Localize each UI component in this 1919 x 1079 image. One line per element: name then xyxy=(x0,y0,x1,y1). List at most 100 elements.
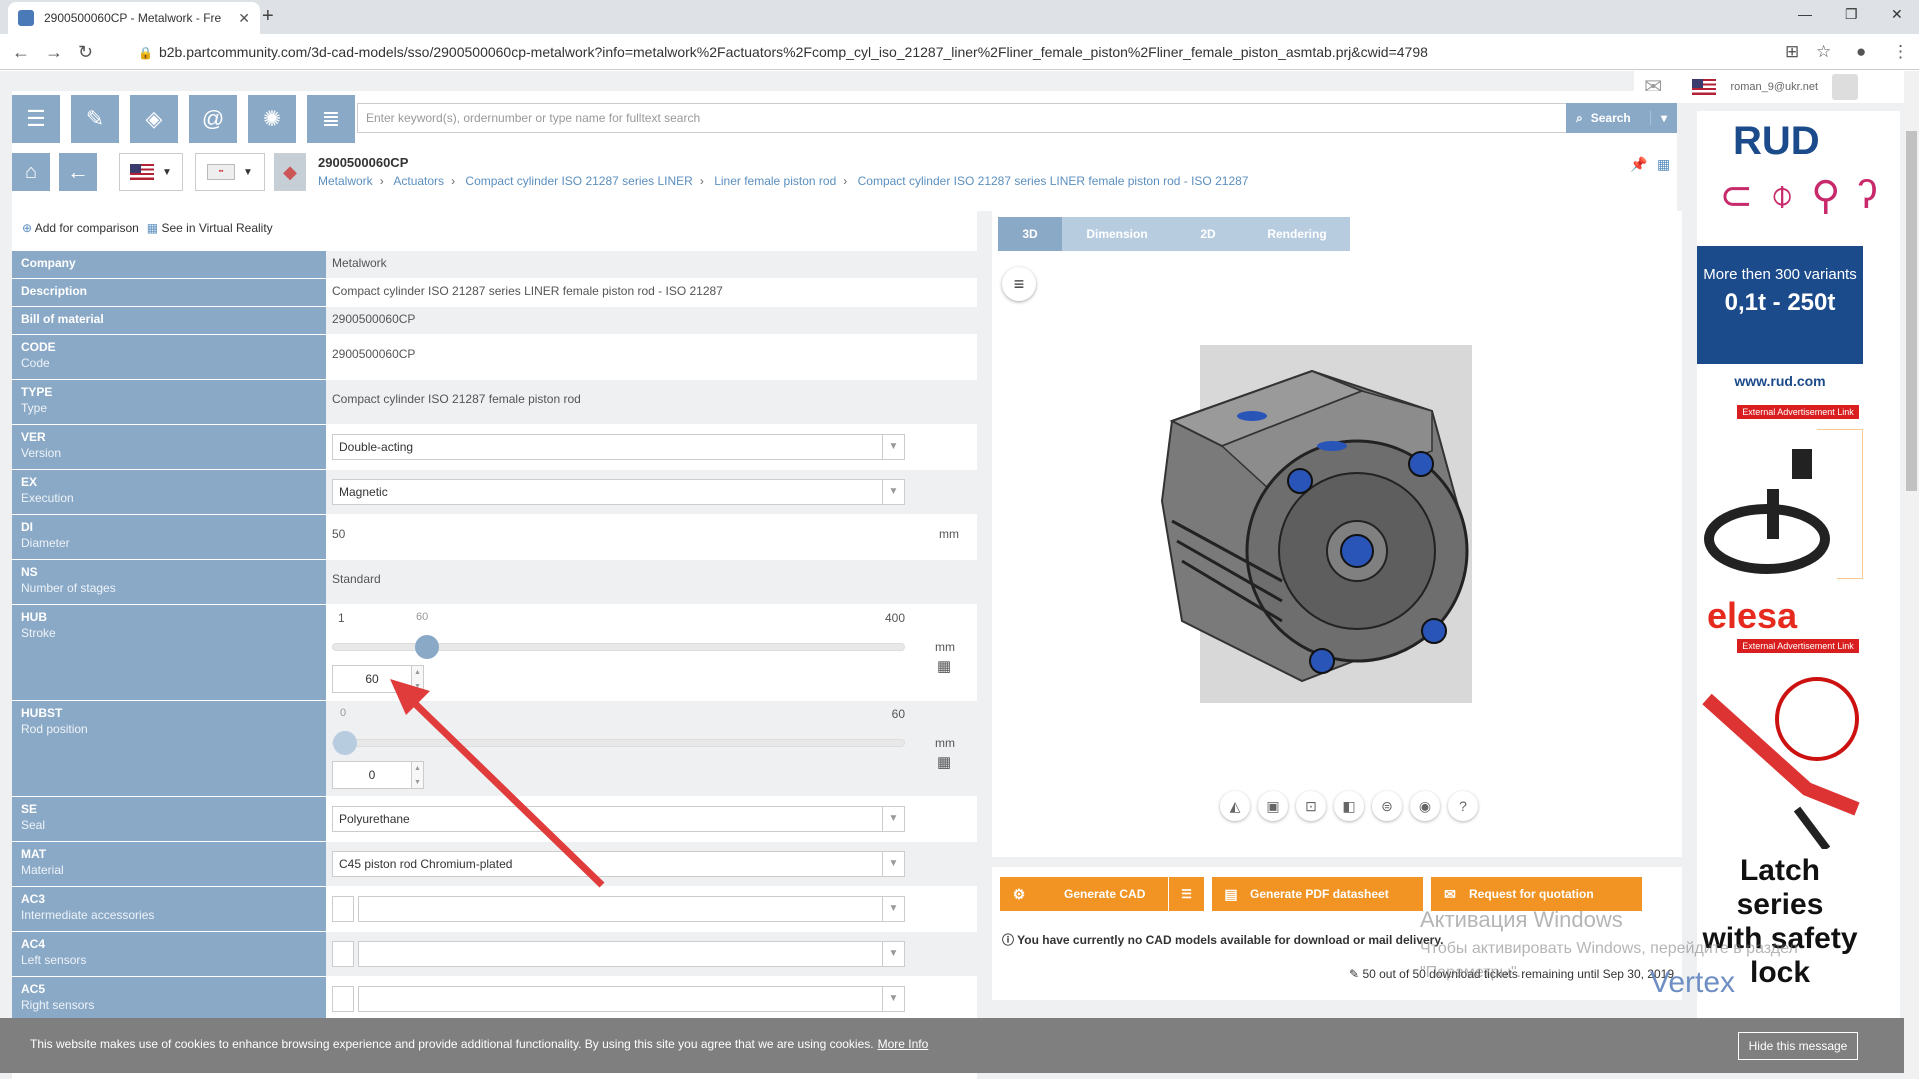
cylinder-3d-model[interactable] xyxy=(1132,351,1512,701)
calculator-icon[interactable]: ▦ xyxy=(937,753,951,771)
ac3-checkbox[interactable] xyxy=(332,896,354,922)
search-button[interactable]: ⌕ Search ▾ xyxy=(1566,103,1677,133)
restore-icon[interactable]: ❐ xyxy=(1845,6,1858,23)
translate-icon[interactable]: ⊞ xyxy=(1785,42,1799,62)
chevron-down-icon[interactable]: ▾ xyxy=(1649,111,1677,125)
minimize-icon[interactable]: — xyxy=(1798,6,1812,22)
attr-sub: Intermediate accessories xyxy=(21,908,155,922)
tab-3d[interactable]: 3D xyxy=(998,217,1062,251)
profile-icon[interactable]: ● xyxy=(1856,42,1866,62)
rud-url[interactable]: www.rud.com xyxy=(1697,373,1863,389)
tab-2d[interactable]: 2D xyxy=(1172,217,1244,251)
vertex-logo: Vertex xyxy=(1650,966,1736,999)
rud-ad-banner[interactable]: More then 300 variants 0,1t - 250t xyxy=(1697,246,1863,364)
address-bar[interactable]: 🔒 b2b.partcommunity.com/3d-cad-models/sso… xyxy=(138,44,1428,60)
window-close-icon[interactable]: ✕ xyxy=(1891,6,1903,23)
view-section-icon[interactable]: ⊜ xyxy=(1372,791,1402,821)
us-flag-icon xyxy=(130,164,155,180)
ac4-checkbox[interactable] xyxy=(332,941,354,967)
version-select[interactable]: Double-acting ▼ xyxy=(332,434,905,460)
generate-pdf-button[interactable]: ▤ Generate PDF datasheet xyxy=(1212,877,1423,911)
new-tab-icon[interactable]: + xyxy=(262,5,274,28)
reload-icon[interactable]: ↻ xyxy=(78,42,93,63)
attr-unit xyxy=(911,977,977,1021)
ac4-select[interactable]: ▼ xyxy=(358,941,905,967)
back-button[interactable]: ← xyxy=(59,153,97,191)
attr-sub: Number of stages xyxy=(21,581,116,595)
close-tab-icon[interactable]: ✕ xyxy=(238,10,250,27)
slider-handle[interactable] xyxy=(333,731,357,755)
tab-rendering[interactable]: Rendering xyxy=(1244,217,1350,251)
language-select[interactable]: ▼ xyxy=(119,153,183,191)
attr-unit xyxy=(911,335,977,379)
home-icon: ⌂ xyxy=(24,160,38,183)
elesa-logo[interactable]: elesa xyxy=(1707,595,1797,637)
us-flag-icon[interactable] xyxy=(1692,79,1717,95)
cookie-banner: This website makes use of cookies to enh… xyxy=(0,1018,1904,1073)
request-quotation-button[interactable]: ✉ Request for quotation xyxy=(1431,877,1642,911)
list-icon[interactable]: ≣ xyxy=(307,95,355,143)
pin-icon[interactable]: 📌 xyxy=(1630,156,1647,173)
tab-dimension[interactable]: Dimension xyxy=(1062,217,1172,251)
latch-image[interactable] xyxy=(1697,659,1863,849)
browser-tab[interactable]: 2900500060CP - Metalwork - Fre ✕ xyxy=(8,2,260,34)
gear-icon: ⚙ xyxy=(1012,885,1026,902)
generate-cad-button[interactable]: ⚙ Generate CAD ☰ xyxy=(1000,877,1204,911)
chevron-down-icon: ▼ xyxy=(162,166,172,178)
slider-handle[interactable] xyxy=(415,635,440,659)
cookie-more-link[interactable]: More Info xyxy=(878,1037,929,1051)
chevron-down-icon: ▼ xyxy=(882,852,904,876)
scroll-thumb[interactable] xyxy=(1906,131,1917,491)
breadcrumb-item[interactable]: Liner female piston rod xyxy=(714,174,836,188)
checklist-icon[interactable]: ✎ xyxy=(71,95,119,143)
bookmark-star-icon[interactable]: ☆ xyxy=(1816,42,1831,62)
attr-row-code: CODE Code 2900500060CP xyxy=(12,335,977,380)
view-cylinder-icon[interactable]: ◉ xyxy=(1410,791,1440,821)
breadcrumb-item[interactable]: Actuators xyxy=(393,174,444,188)
attr-label: CODE Code xyxy=(12,335,326,379)
idea-icon[interactable]: ✺ xyxy=(248,95,296,143)
calculator-icon[interactable]: ▦ xyxy=(937,657,951,675)
catalog-icon[interactable]: ☰ xyxy=(12,95,60,143)
tag-icon[interactable]: ◈ xyxy=(130,95,178,143)
menu-kebab-icon[interactable]: ⋮ xyxy=(1892,42,1909,62)
attr-label: Description xyxy=(12,279,326,306)
cad-options-icon[interactable]: ☰ xyxy=(1168,877,1204,911)
email-at-icon[interactable]: @ xyxy=(189,95,237,143)
list-menu-icon[interactable]: ≡ xyxy=(1002,267,1036,301)
page-scrollbar[interactable] xyxy=(1904,71,1919,1079)
view-cube-icon[interactable]: ◧ xyxy=(1334,791,1364,821)
ac5-checkbox[interactable] xyxy=(332,986,354,1012)
user-email[interactable]: roman_9@ukr.net xyxy=(1730,81,1818,93)
attr-label: Bill of material xyxy=(12,307,326,334)
grid-icon[interactable]: ▦ xyxy=(1657,156,1670,173)
request-quotation-label: Request for quotation xyxy=(1469,887,1594,901)
view-shaded-icon[interactable]: ▣ xyxy=(1258,791,1288,821)
breadcrumb-item[interactable]: Compact cylinder ISO 21287 series LINER … xyxy=(858,174,1249,188)
standard-select[interactable]: ▪▪ ▼ xyxy=(195,153,265,191)
add-comparison-link[interactable]: ⊕ Add for comparison xyxy=(22,221,139,235)
lifting-hooks-image[interactable]: ⊂ ⌽ ⚲ ʔ xyxy=(1711,173,1886,233)
breadcrumb-item[interactable]: Metalwork xyxy=(318,174,373,188)
avatar[interactable] xyxy=(1832,74,1859,100)
hide-cookie-button[interactable]: Hide this message xyxy=(1738,1032,1858,1060)
stroke-slider[interactable] xyxy=(332,635,905,659)
ac5-select[interactable]: ▼ xyxy=(358,986,905,1012)
slider-max: 60 xyxy=(891,707,905,721)
back-icon[interactable]: ← xyxy=(12,42,30,63)
forward-icon[interactable]: → xyxy=(45,42,63,63)
vr-link[interactable]: ▦ See in Virtual Reality xyxy=(147,221,273,235)
home-button[interactable]: ⌂ xyxy=(12,153,50,191)
view-perspective-icon[interactable]: ◭ xyxy=(1220,791,1250,821)
rud-logo[interactable]: RUD xyxy=(1733,119,1820,164)
attr-unit: mm xyxy=(939,527,959,541)
attr-label: EX Execution xyxy=(12,470,326,514)
handwheel-image[interactable] xyxy=(1697,429,1863,579)
execution-select[interactable]: Magnetic ▼ xyxy=(332,479,905,505)
breadcrumb-item[interactable]: Compact cylinder ISO 21287 series LINER xyxy=(465,174,692,188)
view-explode-icon[interactable]: ⊡ xyxy=(1296,791,1326,821)
attr-sub: Execution xyxy=(21,491,74,505)
search-input[interactable] xyxy=(357,103,1567,133)
attr-value-cell: ▼ xyxy=(326,932,911,976)
help-icon[interactable]: ? xyxy=(1448,791,1478,821)
